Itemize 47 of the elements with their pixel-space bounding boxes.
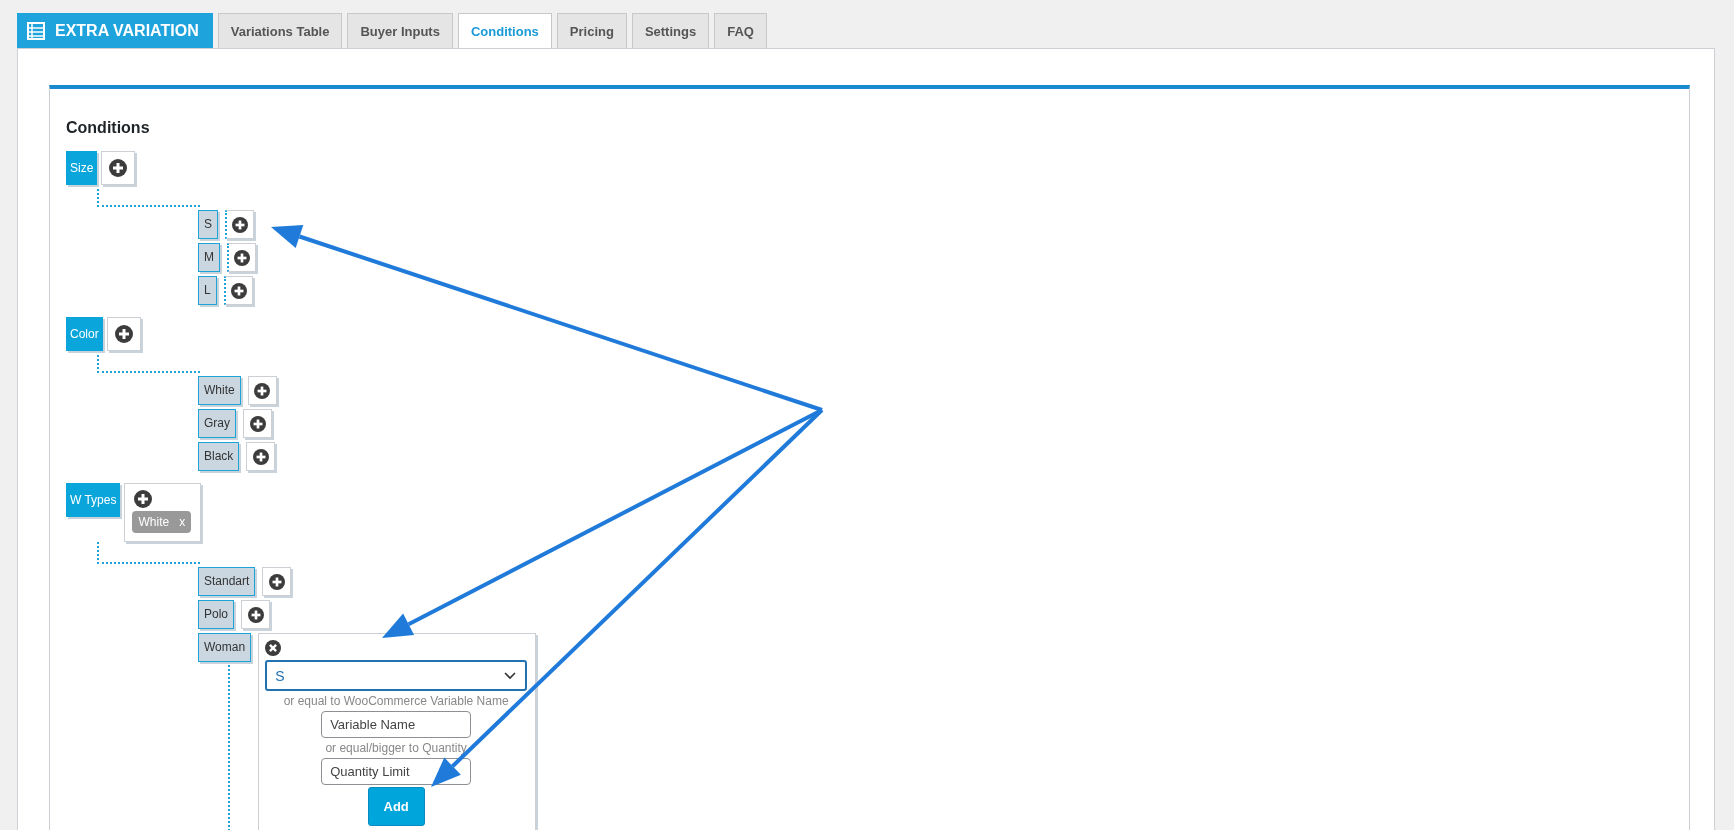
add-condition-button[interactable]	[101, 151, 136, 185]
add-condition-button[interactable]	[262, 567, 292, 596]
add-condition-button[interactable]	[246, 442, 276, 471]
quantity-limit-field[interactable]: Quantity Limit	[321, 758, 472, 785]
add-condition-button[interactable]	[227, 243, 256, 272]
hint-text: or equal/bigger to Quantity	[325, 741, 467, 755]
plus-icon	[109, 159, 128, 177]
add-condition-button[interactable]	[225, 210, 254, 239]
chevron-down-icon	[503, 670, 518, 681]
plus-icon	[234, 249, 250, 266]
plus-icon	[230, 282, 247, 299]
close-icon[interactable]	[265, 640, 282, 656]
tab[interactable]: Pricing	[556, 13, 627, 48]
add-condition-button[interactable]	[241, 600, 271, 629]
add-condition-button[interactable]	[243, 409, 272, 438]
add-condition-button[interactable]	[247, 376, 277, 405]
section-title: Conditions	[66, 119, 151, 137]
value-label[interactable]: Black	[198, 442, 240, 471]
plus-icon	[268, 573, 285, 590]
value-select[interactable]: S	[265, 660, 528, 691]
plus-icon	[114, 325, 133, 343]
plus-icon	[247, 606, 264, 623]
plus-icon[interactable]	[134, 490, 153, 508]
value-label[interactable]: Polo	[198, 600, 235, 629]
tab[interactable]: Settings	[631, 13, 710, 48]
value-label[interactable]: L	[198, 276, 217, 305]
value-label[interactable]: S	[198, 210, 218, 239]
value-label[interactable]: Standart	[198, 567, 256, 596]
list-icon	[27, 21, 45, 40]
tab[interactable]: FAQ	[714, 13, 767, 48]
plus-icon	[252, 448, 269, 465]
variable-name-field[interactable]: Variable Name	[321, 711, 472, 738]
hint-text: or equal to WooCommerce Variable Name	[283, 694, 509, 708]
plus-icon	[254, 382, 271, 399]
tab[interactable]: Buyer Inputs	[347, 13, 453, 48]
plugin-title: EXTRA VARIATION	[17, 13, 213, 48]
value-label[interactable]: White	[198, 376, 241, 405]
plus-icon	[232, 216, 248, 233]
tab[interactable]: Conditions	[457, 13, 552, 48]
value-label[interactable]: Woman	[198, 633, 252, 662]
add-condition-button[interactable]	[106, 317, 141, 351]
add-condition-button[interactable]	[223, 276, 253, 305]
tab[interactable]: Variations Table	[217, 13, 343, 48]
plus-icon	[249, 415, 266, 432]
condition-tag: White	[138, 515, 170, 529]
value-label[interactable]: Gray	[198, 409, 236, 438]
value-label[interactable]: M	[198, 243, 220, 272]
